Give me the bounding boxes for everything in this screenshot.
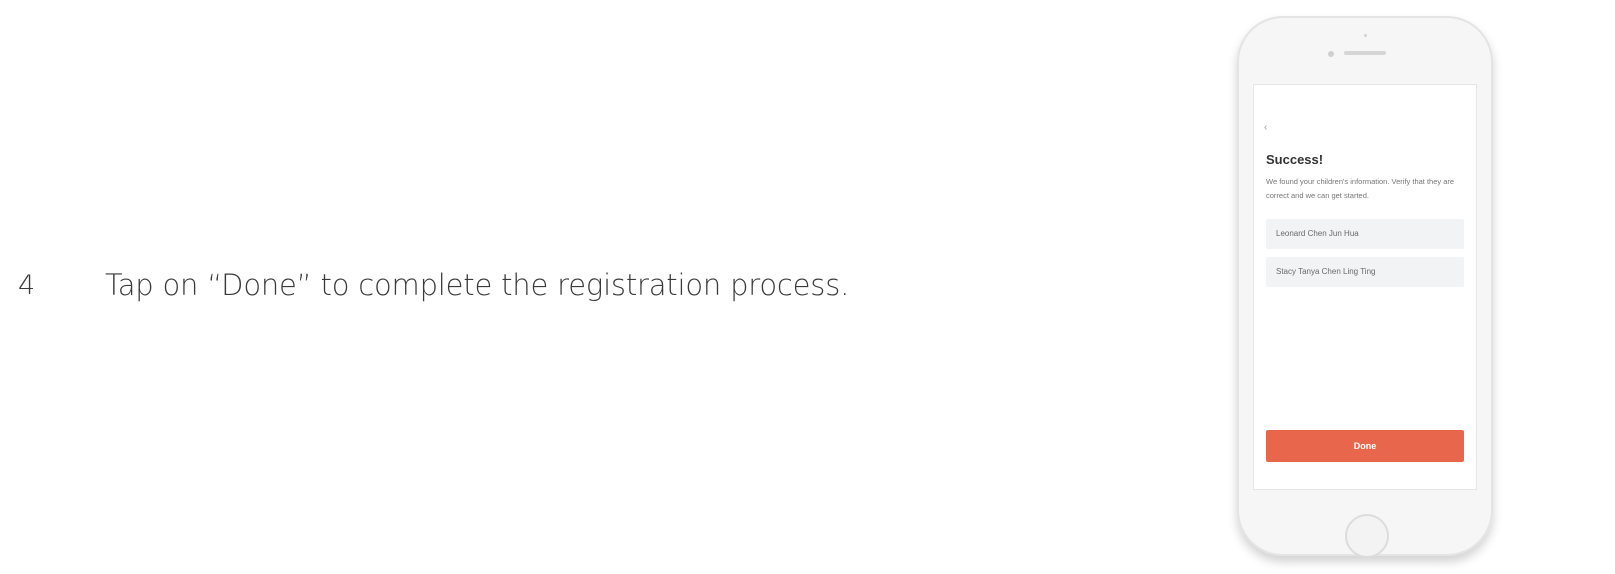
home-button[interactable]: [1345, 514, 1389, 558]
done-button[interactable]: Done: [1266, 430, 1464, 462]
screen-title: Success!: [1266, 152, 1324, 167]
phone-speaker: [1344, 51, 1386, 55]
screen-description: We found your children's information. Ve…: [1266, 177, 1455, 200]
step-instruction: Tap on “Done” to complete the registrati…: [105, 268, 850, 302]
phone-camera: [1328, 51, 1334, 57]
phone-sensor-dot: [1364, 34, 1367, 37]
step-number: 4: [18, 270, 36, 301]
phone-screen: ‹ Success! We found your children's info…: [1254, 85, 1476, 489]
phone-mockup: ‹ Success! We found your children's info…: [1237, 16, 1493, 558]
back-arrow-icon[interactable]: ‹: [1264, 122, 1267, 133]
child-field-1[interactable]: Leonard Chen Jun Hua: [1266, 219, 1464, 249]
child-field-2[interactable]: Stacy Tanya Chen Ling Ting: [1266, 257, 1464, 287]
